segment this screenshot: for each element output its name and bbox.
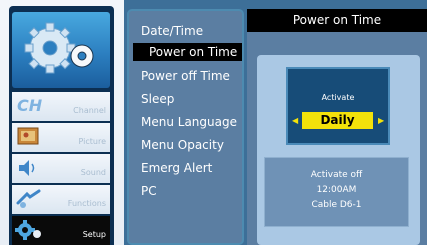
arrow-left-icon[interactable]: ◀ <box>292 116 298 125</box>
menu-item-emerg-alert[interactable]: Emerg Alert <box>141 161 212 175</box>
sound-icon <box>19 160 35 176</box>
setup-hero-graphic <box>12 12 110 88</box>
info-channel: Cable D6-1 <box>311 200 362 210</box>
setup-gear-icon <box>15 220 41 240</box>
arrow-right-icon[interactable]: ▶ <box>378 116 384 125</box>
sidebar-item-label: Sound <box>80 168 106 177</box>
menu-item-sleep[interactable]: Sleep <box>141 92 174 106</box>
menu-item-menu-opacity[interactable]: Menu Opacity <box>141 138 224 152</box>
power-on-info: Activate off 12:00AM Cable D6-1 <box>264 157 409 227</box>
activate-selector[interactable]: Activate ◀ Daily ▶ <box>286 67 390 145</box>
sidebar-item-label: Channel <box>73 106 106 115</box>
sidebar-item-label: Functions <box>67 199 106 208</box>
functions-icon <box>16 189 41 208</box>
sidebar-item-sound[interactable]: Sound <box>12 154 110 183</box>
gears-icon <box>24 22 94 74</box>
sidebar-item-channel[interactable]: CH Channel <box>12 92 110 121</box>
sidebar-item-label: Picture <box>78 137 106 146</box>
menu-item-power-on-time[interactable]: Power on Time <box>133 43 242 61</box>
info-time: 12:00AM <box>316 185 357 195</box>
sidebar-item-functions[interactable]: Functions <box>12 185 110 214</box>
menu-item-pc[interactable]: PC <box>141 184 157 198</box>
detail-panel: Power on Time Activate ◀ Daily ▶ Activat… <box>247 9 427 245</box>
menu-item-power-off-time[interactable]: Power off Time <box>141 69 230 83</box>
picture-icon <box>17 127 39 145</box>
menu-item-date-time[interactable]: Date/Time <box>141 24 203 38</box>
sidebar-item-picture[interactable]: Picture <box>12 123 110 152</box>
panel-title: Power on Time <box>247 9 427 32</box>
activate-value[interactable]: Daily <box>302 112 373 129</box>
channel-badge-text: CH <box>17 96 43 115</box>
channel-icon: CH <box>17 96 43 115</box>
setup-menu: Date/Time Power on Time Power off Time S… <box>127 9 244 245</box>
sidebar-item-setup[interactable]: Setup <box>12 216 110 245</box>
menu-item-menu-language[interactable]: Menu Language <box>141 115 237 129</box>
info-status: Activate off <box>310 170 363 180</box>
sidebar-item-label: Setup <box>82 230 106 239</box>
activate-label: Activate <box>321 93 355 102</box>
